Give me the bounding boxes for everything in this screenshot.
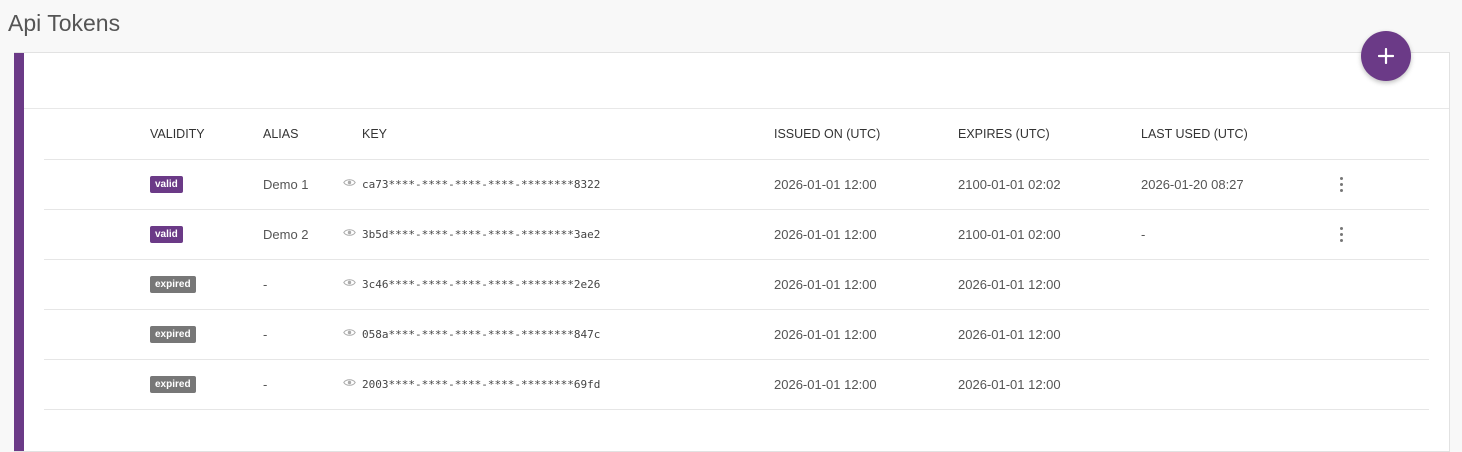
header-issued-on[interactable]: ISSUED ON (UTC) (774, 108, 880, 159)
last-used-cell: - (1141, 227, 1146, 242)
validity-cell: valid (150, 160, 183, 209)
card-header (24, 53, 1449, 109)
table-row: expired - 058a****-****-****-****-******… (44, 310, 1429, 360)
validity-cell: expired (150, 310, 196, 359)
key-value: ca73****-****-****-****-********8322 (362, 178, 601, 191)
tokens-table: VALIDITY ALIAS KEY ISSUED ON (UTC) EXPIR… (44, 108, 1429, 410)
validity-cell: valid (150, 210, 183, 259)
issued-cell: 2026-01-01 12:00 (774, 177, 877, 192)
status-badge: expired (150, 276, 196, 293)
more-vert-icon[interactable] (1336, 225, 1347, 244)
key-cell: 2003****-****-****-****-********69fd (343, 360, 600, 409)
key-value: 058a****-****-****-****-********847c (362, 328, 601, 341)
card-accent-bar (14, 53, 24, 451)
table-row: valid Demo 1 ca73****-****-****-****-***… (44, 160, 1429, 210)
issued-cell: 2026-01-01 12:00 (774, 227, 877, 242)
key-value: 3c46****-****-****-****-********2e26 (362, 278, 601, 291)
expires-cell: 2026-01-01 12:00 (958, 327, 1061, 342)
table-row: expired - 3c46****-****-****-****-******… (44, 260, 1429, 310)
row-menu-cell (1334, 160, 1348, 209)
validity-cell: expired (150, 260, 196, 309)
header-key[interactable]: KEY (362, 108, 387, 159)
row-menu-cell (1334, 360, 1348, 409)
table-row: expired - 2003****-****-****-****-******… (44, 360, 1429, 410)
key-cell: 3c46****-****-****-****-********2e26 (343, 260, 600, 309)
status-badge: expired (150, 326, 196, 343)
validity-cell: expired (150, 360, 196, 409)
table-row: valid Demo 2 3b5d****-****-****-****-***… (44, 210, 1429, 260)
status-badge: valid (150, 226, 183, 243)
table-header-row: VALIDITY ALIAS KEY ISSUED ON (UTC) EXPIR… (44, 108, 1429, 160)
page-title: Api Tokens (8, 10, 121, 36)
alias-cell: - (263, 377, 268, 392)
eye-icon[interactable] (343, 228, 356, 237)
alias-cell: Demo 1 (263, 177, 309, 192)
row-menu-cell (1334, 210, 1348, 259)
status-badge: valid (150, 176, 183, 193)
expires-cell: 2026-01-01 12:00 (958, 277, 1061, 292)
key-cell: 058a****-****-****-****-********847c (343, 310, 600, 359)
key-value: 3b5d****-****-****-****-********3ae2 (362, 228, 601, 241)
issued-cell: 2026-01-01 12:00 (774, 377, 877, 392)
plus-icon (1378, 48, 1394, 64)
expires-cell: 2100-01-01 02:02 (958, 177, 1061, 192)
issued-cell: 2026-01-01 12:00 (774, 277, 877, 292)
eye-icon[interactable] (343, 328, 356, 337)
key-value: 2003****-****-****-****-********69fd (362, 378, 601, 391)
expires-cell: 2026-01-01 12:00 (958, 377, 1061, 392)
alias-cell: - (263, 327, 268, 342)
key-cell: ca73****-****-****-****-********8322 (343, 160, 600, 209)
header-last-used[interactable]: LAST USED (UTC) (1141, 108, 1248, 159)
eye-icon[interactable] (343, 378, 356, 387)
add-token-button[interactable] (1361, 31, 1411, 81)
last-used-cell: 2026-01-20 08:27 (1141, 177, 1244, 192)
status-badge: expired (150, 376, 196, 393)
eye-icon[interactable] (343, 278, 356, 287)
alias-cell: - (263, 277, 268, 292)
key-cell: 3b5d****-****-****-****-********3ae2 (343, 210, 600, 259)
header-expires[interactable]: EXPIRES (UTC) (958, 108, 1050, 159)
header-alias[interactable]: ALIAS (263, 108, 298, 159)
row-menu-cell (1334, 260, 1348, 309)
row-menu-cell (1334, 310, 1348, 359)
issued-cell: 2026-01-01 12:00 (774, 327, 877, 342)
more-vert-icon[interactable] (1336, 175, 1347, 194)
expires-cell: 2100-01-01 02:00 (958, 227, 1061, 242)
eye-icon[interactable] (343, 178, 356, 187)
header-validity[interactable]: VALIDITY (150, 108, 205, 159)
alias-cell: Demo 2 (263, 227, 309, 242)
